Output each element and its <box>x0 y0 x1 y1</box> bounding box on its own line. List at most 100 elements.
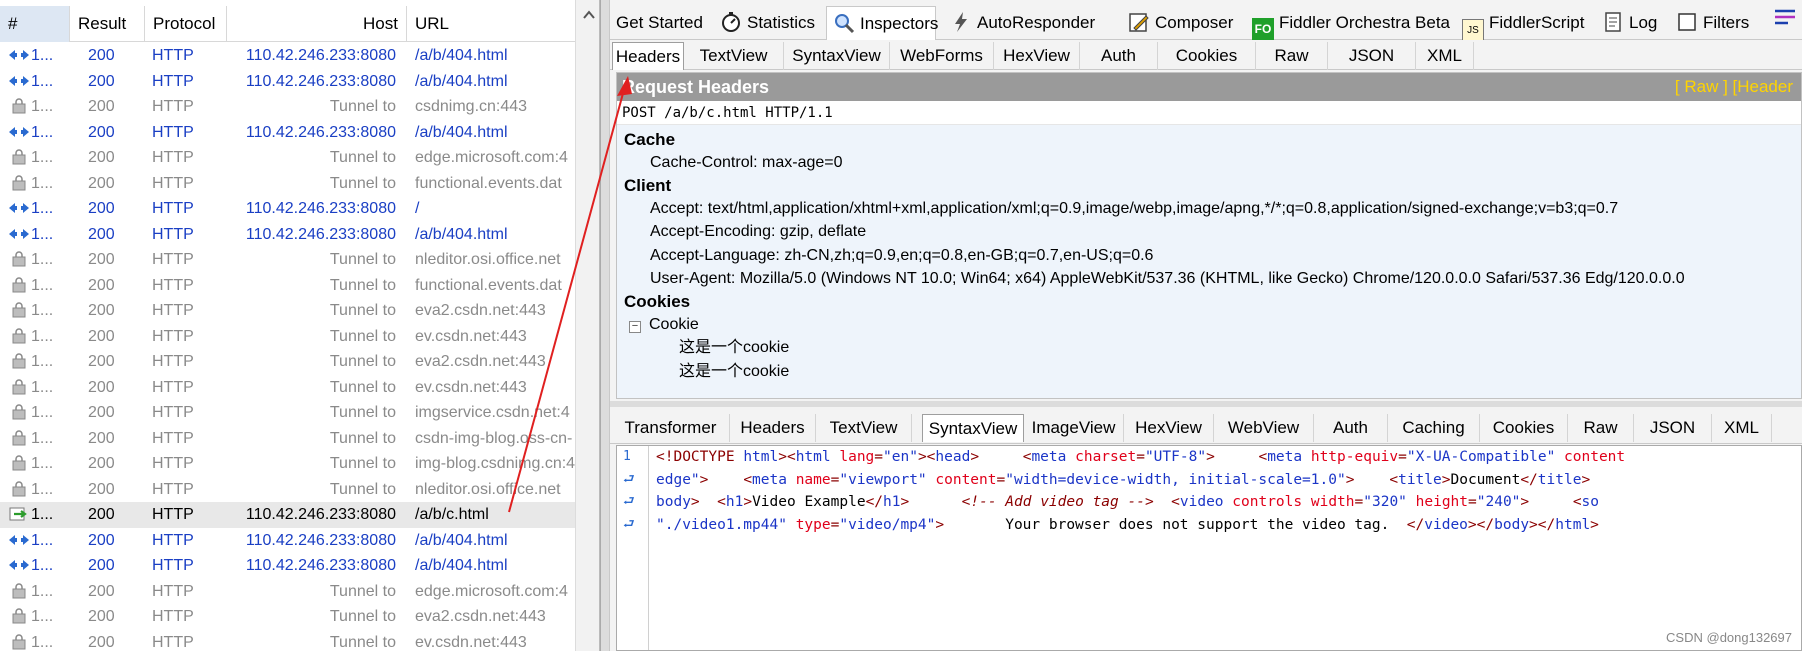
column-number[interactable]: # <box>0 6 70 42</box>
request-tab-webforms[interactable]: WebForms <box>890 42 994 70</box>
column-result[interactable]: Result <box>70 6 145 42</box>
row-host-text: Tunnel to <box>329 327 396 345</box>
raw-header-links[interactable]: [ Raw ] [Header <box>1675 73 1793 101</box>
row-number-text: 1... <box>31 302 54 319</box>
session-row[interactable]: 1... 200 HTTP Tunnel to csdn-img-blog.oss-cn… <box>0 426 575 452</box>
response-tab-textview[interactable]: TextView <box>816 414 912 442</box>
response-tab-headers[interactable]: Headers <box>730 414 816 442</box>
request-tab-xml[interactable]: XML <box>1416 42 1474 70</box>
session-row[interactable]: 1... 200 HTTP 110.42.246.233:8080/a/b/404.h… <box>0 528 575 554</box>
request-tab-hexview[interactable]: HexView <box>994 42 1080 70</box>
response-tab-auth[interactable]: Auth <box>1314 414 1388 442</box>
horizontal-splitter[interactable] <box>610 401 1802 407</box>
response-tab-syntaxview[interactable]: SyntaxView <box>922 414 1024 442</box>
session-row[interactable]: 1... 200 HTTP 110.42.246.233:8080 / <box>0 196 575 222</box>
scroll-up-icon[interactable] <box>576 8 599 30</box>
session-row[interactable]: 1... 200 HTTP 110.42.246.233:8080/a/b/404.h… <box>0 120 575 146</box>
header-cache-control[interactable]: Cache-Control: max-age=0 <box>617 151 1801 175</box>
arrows-icon <box>8 531 30 547</box>
cookie-value[interactable]: 这是一个cookie <box>617 360 1801 384</box>
response-tab-raw[interactable]: Raw <box>1568 414 1634 442</box>
session-row[interactable]: 1... 200 HTTP Tunnel to nleditor.osi.office.… <box>0 477 575 503</box>
header-accept[interactable]: Accept: text/html,application/xhtml+xml,… <box>617 197 1801 221</box>
response-tab-hexview[interactable]: HexView <box>1124 414 1214 442</box>
menu-icon[interactable] <box>1766 6 1802 40</box>
session-row[interactable]: 1... 200 HTTP Tunnel to eva2.csdn.net:443 <box>0 604 575 630</box>
session-row[interactable]: 1... 200 HTTP Tunnel to functional.events.da… <box>0 273 575 299</box>
response-tab-caching[interactable]: Caching <box>1388 414 1480 442</box>
row-host-text: 110.42.246.233:8080 <box>245 225 396 243</box>
tab-fiddler-orchestra[interactable]: FO Fiddler Orchestra Beta <box>1246 6 1456 40</box>
row-host: 110.42.246.233:8080 <box>227 43 407 69</box>
row-host-text: Tunnel to <box>329 276 396 294</box>
tab-inspectors[interactable]: Inspectors <box>826 6 938 41</box>
session-row[interactable]: 1... 200 HTTP Tunnel to ev.csdn.net:443 <box>0 630 575 651</box>
code-token: "320" <box>1363 494 1416 510</box>
request-tab-cookies[interactable]: Cookies <box>1158 42 1256 70</box>
session-row[interactable]: 1... 200 HTTP Tunnel to ev.csdn.net:443 <box>0 324 575 350</box>
request-headers-title: Request Headers [ Raw ] [Header <box>617 73 1801 101</box>
column-url[interactable]: URL <box>407 6 575 42</box>
session-row[interactable]: 1... 200 HTTP Tunnel to eva2.csdn.net:443 <box>0 298 575 324</box>
session-row-selected[interactable]: 1... 200 HTTP 110.42.246.233:8080/a/b/c.htm… <box>0 502 575 528</box>
tab-log[interactable]: Log <box>1596 6 1666 40</box>
tab-composer[interactable]: Composer <box>1122 6 1242 40</box>
request-tab-syntaxview[interactable]: SyntaxView <box>784 42 890 70</box>
response-tab-json[interactable]: JSON <box>1634 414 1712 442</box>
request-tab-raw[interactable]: Raw <box>1256 42 1328 70</box>
row-number: 1... <box>0 298 70 324</box>
tab-fiddlerscript[interactable]: JS FiddlerScript <box>1456 6 1596 41</box>
session-row[interactable]: 1... 200 HTTP Tunnel to nleditor.osi.office.… <box>0 247 575 273</box>
vertical-splitter[interactable] <box>600 0 610 651</box>
tab-statistics[interactable]: Statistics <box>714 6 826 40</box>
request-tab-json[interactable]: JSON <box>1328 42 1416 70</box>
session-row[interactable]: 1... 200 HTTP Tunnel to ev.csdn.net:443 <box>0 375 575 401</box>
row-url-text: eva2.csdn.net:443 <box>415 302 546 319</box>
session-row[interactable]: 1... 200 HTTP 110.42.246.233:8080/a/b/404.h… <box>0 222 575 248</box>
row-protocol: HTTP <box>145 528 227 554</box>
row-url-text: eva2.csdn.net:443 <box>415 608 546 625</box>
tab-get-started[interactable]: Get Started <box>610 6 714 40</box>
code-token: "240" <box>1476 494 1521 510</box>
header-accept-language[interactable]: Accept-Language: zh-CN,zh;q=0.9,en;q=0.8… <box>617 244 1801 268</box>
response-tab-xml[interactable]: XML <box>1712 414 1772 442</box>
tab-autoresponder[interactable]: AutoResponder <box>944 6 1095 40</box>
cookie-node[interactable]: − Cookie <box>617 313 1801 337</box>
request-tab-auth[interactable]: Auth <box>1080 42 1158 70</box>
response-tab-webview[interactable]: WebView <box>1214 414 1314 442</box>
session-row[interactable]: 1... 200 HTTP 110.42.246.233:8080/a/b/404.h… <box>0 553 575 579</box>
row-host: Tunnel to <box>227 630 407 651</box>
row-url-text: imgservice.csdn.net:4 <box>415 404 570 421</box>
line-number: 1 <box>623 449 631 464</box>
row-host: Tunnel to <box>227 349 407 375</box>
tab-filters[interactable]: Filters <box>1670 6 1758 40</box>
main-tabs: Get Started Statistics Inspectors AutoRe… <box>610 6 1802 41</box>
response-syntax-view[interactable]: 1 ⮐ ⮐ ⮐ <!DOCTYPE html><html lang="en"><… <box>616 445 1802 651</box>
session-row[interactable]: 1... 200 HTTP Tunnel to edge.microsoft.com:4 <box>0 145 575 171</box>
header-user-agent[interactable]: User-Agent: Mozilla/5.0 (Windows NT 10.0… <box>617 267 1801 291</box>
column-protocol[interactable]: Protocol <box>145 6 227 42</box>
session-row[interactable]: 1... 200 HTTP 110.42.246.233:8080/a/b/404.h… <box>0 43 575 69</box>
collapse-icon[interactable]: − <box>629 320 641 333</box>
session-row[interactable]: 1... 200 HTTP Tunnel to functional.events.da… <box>0 171 575 197</box>
response-tab-transformer[interactable]: Transformer <box>612 414 730 442</box>
row-url-text: /a/b/404.html <box>415 557 508 574</box>
session-row[interactable]: 1... 200 HTTP Tunnel to csdnimg.cn:443 <box>0 94 575 120</box>
request-tab-textview[interactable]: TextView <box>684 42 784 70</box>
request-tab-headers[interactable]: Headers <box>612 42 684 70</box>
row-host: 110.42.246.233:8080 <box>227 502 407 528</box>
lock-icon <box>8 352 30 369</box>
response-tab-cookies[interactable]: Cookies <box>1480 414 1568 442</box>
session-row[interactable]: 1... 200 HTTP 110.42.246.233:8080/a/b/404.h… <box>0 69 575 95</box>
session-row[interactable]: 1... 200 HTTP Tunnel to edge.microsoft.com:4 <box>0 579 575 605</box>
row-result-text: 200 <box>88 98 115 115</box>
row-url: eva2.csdn.net:443 <box>407 298 575 324</box>
cookie-value[interactable]: 这是一个cookie <box>617 336 1801 360</box>
session-list-scrollbar[interactable] <box>575 0 599 651</box>
session-row[interactable]: 1... 200 HTTP Tunnel to img-blog.csdnimg.cn:… <box>0 451 575 477</box>
response-tab-imageview[interactable]: ImageView <box>1024 414 1124 442</box>
header-accept-encoding[interactable]: Accept-Encoding: gzip, deflate <box>617 220 1801 244</box>
session-row[interactable]: 1... 200 HTTP Tunnel to eva2.csdn.net:443 <box>0 349 575 375</box>
session-row[interactable]: 1... 200 HTTP Tunnel to imgservice.csdn.net:… <box>0 400 575 426</box>
column-host[interactable]: Host <box>227 6 407 42</box>
